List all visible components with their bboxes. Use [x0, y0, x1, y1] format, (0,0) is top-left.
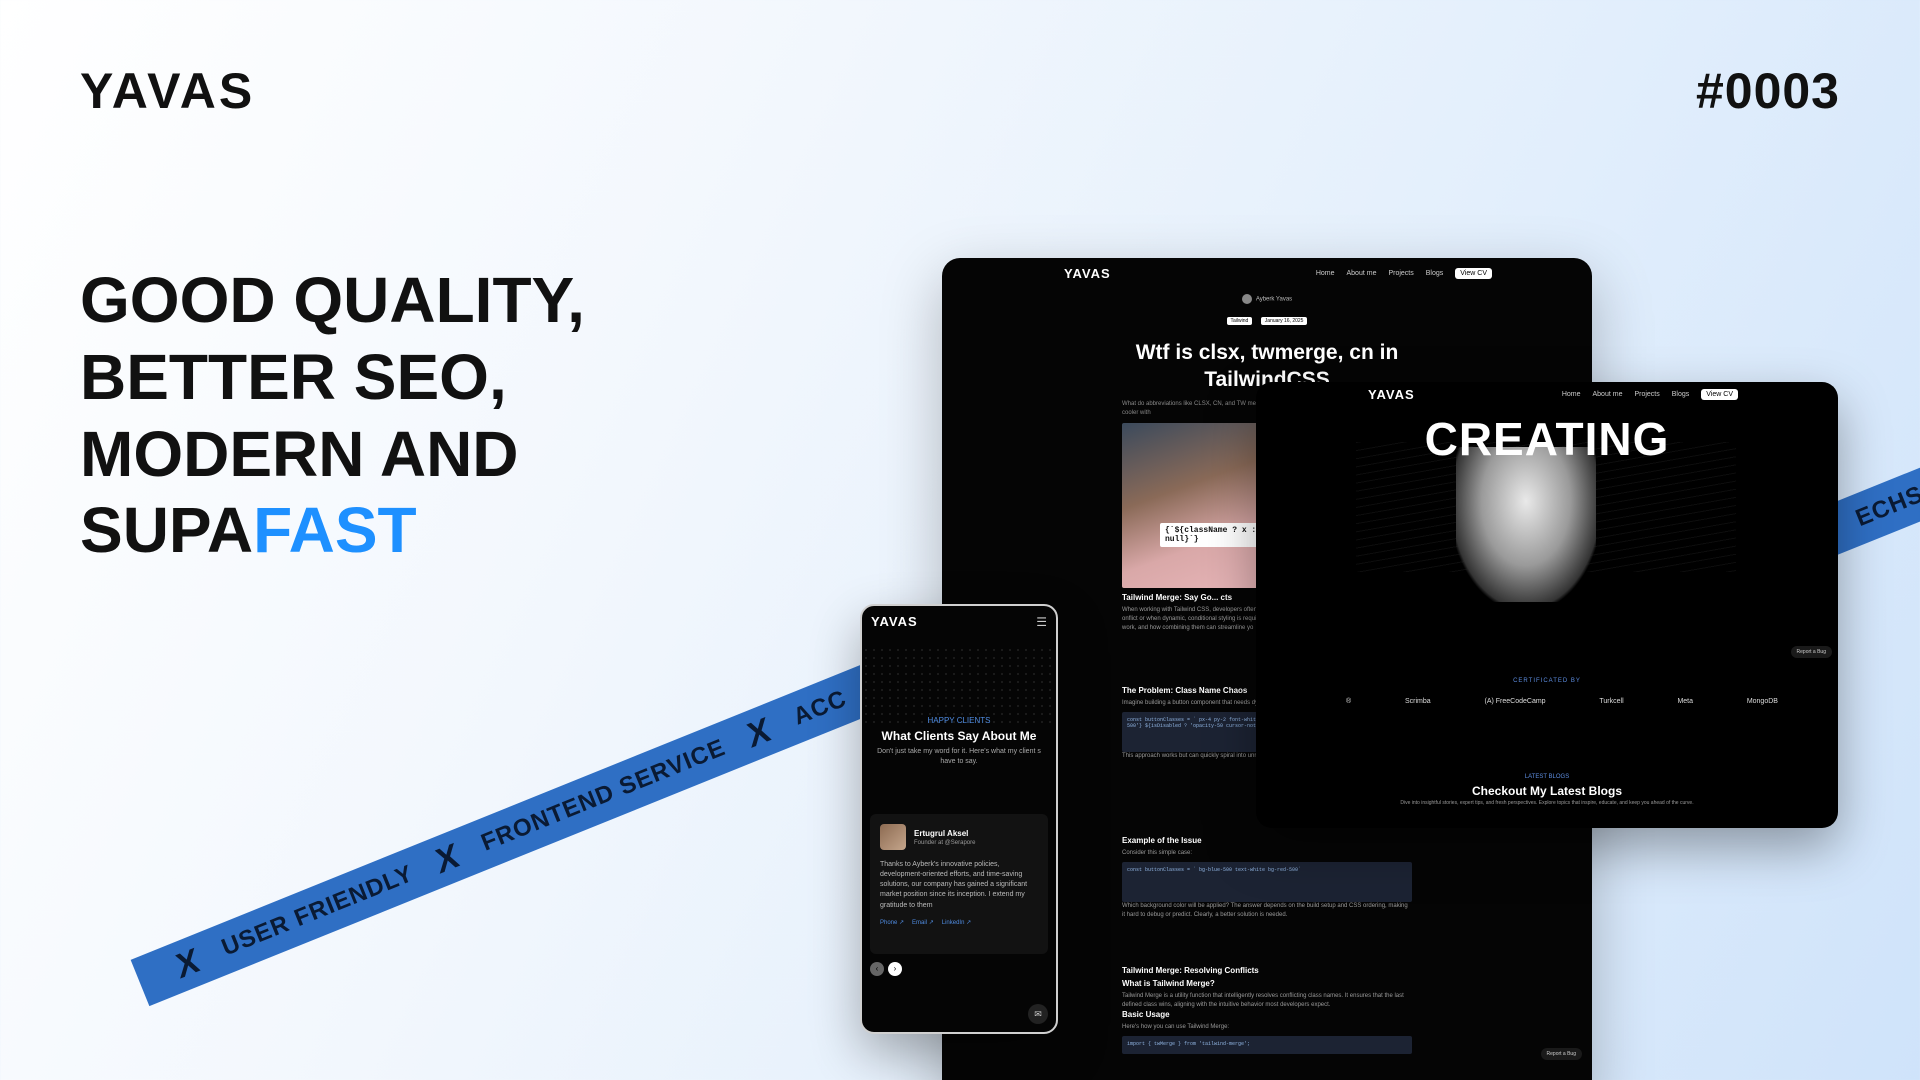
hero-code-snippet: {`${className ? x : null}`}	[1160, 523, 1262, 547]
nav-projects[interactable]: Projects	[1634, 391, 1659, 398]
issue-number: #0003	[1695, 63, 1840, 119]
section-resolving: Tailwind Merge: Resolving Conflicts What…	[1122, 966, 1412, 1054]
next-arrow-icon[interactable]: ›	[888, 962, 902, 976]
section-text: Consider this simple case:	[1122, 850, 1193, 856]
section-title: Example of the Issue	[1122, 836, 1202, 845]
section-text: Which background color will be applied? …	[1122, 903, 1408, 918]
brand-mark-icon: X	[743, 709, 776, 756]
view-cv-button[interactable]: View CV	[1701, 388, 1738, 400]
headline-line-1: GOOD QUALITY,	[80, 264, 585, 336]
ribbon-item: ACC	[789, 684, 851, 731]
contact-links: Phone ↗ Email ↗ LinkedIn ↗	[880, 919, 1038, 926]
prev-arrow-icon[interactable]: ‹	[870, 962, 884, 976]
section-text: Tailwind Merge is a utility function tha…	[1122, 993, 1404, 1008]
testimonial-card: Ertugrul Aksel Founder at @Serapore Than…	[870, 814, 1048, 954]
section-title: What Clients Say About Me	[881, 729, 1037, 743]
brand-mark-icon: X	[172, 940, 204, 987]
latest-blogs-title: Checkout My Latest Blogs	[1471, 784, 1623, 798]
cert-logo-freecodecamp: (A) FreeCodeCamp	[1484, 698, 1546, 705]
blog-nav-logo[interactable]: YAVAS	[1064, 266, 1111, 281]
chat-bubble-icon[interactable]: ✉	[1028, 1004, 1048, 1024]
carousel-controls: ‹ ›	[870, 962, 902, 976]
tag-badge[interactable]: Tailwind	[1226, 317, 1253, 325]
email-link[interactable]: Email ↗	[912, 919, 934, 926]
headline: GOOD QUALITY, BETTER SEO, MODERN AND SUP…	[80, 262, 780, 569]
testimonial-author: Ertugrul Aksel Founder at @Serapore	[914, 829, 975, 846]
hero-heading: CREATING	[1424, 413, 1670, 465]
section-subtitle: Basic Usage	[1122, 1010, 1170, 1019]
post-tags: Tailwind January 16, 2025	[942, 309, 1592, 327]
cert-logo-mongodb: MongoDB	[1746, 698, 1778, 705]
certified-label: CERTIFICATED BY	[1513, 678, 1581, 684]
phone-screen: YAVAS ☰ HAPPY CLIENTS What Clients Say A…	[860, 604, 1058, 1034]
headline-line-3: MODERN AND	[80, 417, 519, 490]
headline-line-2: BETTER SEO,	[80, 340, 507, 413]
section-example: Example of the Issue Consider this simpl…	[1122, 836, 1412, 920]
testimonial-quote: Thanks to Ayberk's innovative policies, …	[880, 861, 1028, 909]
headline-line-4: SUPAFAST	[80, 492, 780, 569]
headline-fast: FAST	[253, 494, 417, 567]
latest-blogs-label: LATEST BLOGS	[1524, 774, 1570, 780]
date-badge: January 16, 2025	[1260, 317, 1308, 325]
report-bug-button[interactable]: Report a Bug	[1790, 646, 1832, 658]
author-name: Ertugrul Aksel	[914, 828, 969, 838]
section-eyebrow: HAPPY CLIENTS	[927, 716, 991, 725]
author-name: Ayberk Yavas	[1255, 296, 1293, 303]
author-line: Ayberk Yavas	[942, 294, 1592, 304]
brand-mark-icon: X	[431, 835, 464, 882]
tablet-navbar: YAVAS Home About me Projects Blogs View …	[1256, 382, 1838, 406]
section-text: Here's how you can use Tailwind Merge:	[1122, 1024, 1230, 1030]
linkedin-link[interactable]: LinkedIn ↗	[942, 919, 971, 926]
certification-logos: ® Scrimba (A) FreeCodeCamp Turkcell Meta…	[1346, 698, 1778, 705]
avatar	[880, 824, 906, 850]
tablet-nav-logo[interactable]: YAVAS	[1368, 387, 1415, 402]
code-block: import { twMerge } from 'tailwind-merge'…	[1122, 1036, 1412, 1054]
cert-logo-turkcell: Turkcell	[1599, 698, 1624, 705]
post-hero-image: {`${className ? x : null}`}	[1122, 423, 1262, 588]
nav-home[interactable]: Home	[1562, 391, 1581, 398]
blog-navbar: YAVAS Home About me Projects Blogs View …	[942, 258, 1592, 288]
nav-home[interactable]: Home	[1316, 270, 1335, 277]
latest-blogs-subtitle: Dive into insightful stories, expert tip…	[1400, 800, 1694, 806]
nav-blogs[interactable]: Blogs	[1426, 270, 1444, 277]
report-bug-button[interactable]: Report a Bug	[1540, 1048, 1582, 1060]
ribbon-item: ECHS	[1851, 480, 1920, 533]
ribbon-item: USER FRIENDLY	[217, 859, 418, 962]
headline-supa: SUPA	[80, 494, 254, 567]
phone-header: YAVAS ☰	[862, 606, 1056, 637]
nav-about[interactable]: About me	[1347, 270, 1377, 277]
tablet-screen: YAVAS Home About me Projects Blogs View …	[1256, 382, 1838, 828]
nav-projects[interactable]: Projects	[1388, 270, 1413, 277]
brand-logo: YAVAS	[80, 63, 256, 119]
cert-logo-meta: Meta	[1677, 698, 1693, 705]
cert-logo-scrimba: Scrimba	[1404, 698, 1431, 705]
code-block: const buttonClasses = ` bg-blue-500 text…	[1122, 862, 1412, 902]
phone-logo[interactable]: YAVAS	[871, 614, 918, 629]
hamburger-menu-icon[interactable]: ☰	[1036, 615, 1047, 629]
section-subtitle: Don't just take my word for it. Here's w…	[877, 748, 1041, 765]
section-subtitle: What is Tailwind Merge?	[1122, 979, 1215, 988]
author-role: Founder at @Serapore	[914, 839, 976, 846]
section-title: Tailwind Merge: Resolving Conflicts	[1122, 966, 1259, 975]
phone-link[interactable]: Phone ↗	[880, 919, 904, 926]
cert-logo: ®	[1346, 698, 1352, 705]
testimonial-header: Ertugrul Aksel Founder at @Serapore	[880, 824, 1038, 850]
nav-blogs[interactable]: Blogs	[1672, 391, 1690, 398]
avatar	[1241, 294, 1252, 304]
view-cv-button[interactable]: View CV	[1455, 267, 1492, 279]
nav-about[interactable]: About me	[1593, 391, 1623, 398]
statue-image	[1456, 447, 1596, 602]
dot-pattern	[862, 646, 1056, 726]
ribbon-item: FRONTEND SERVICE	[477, 733, 730, 857]
